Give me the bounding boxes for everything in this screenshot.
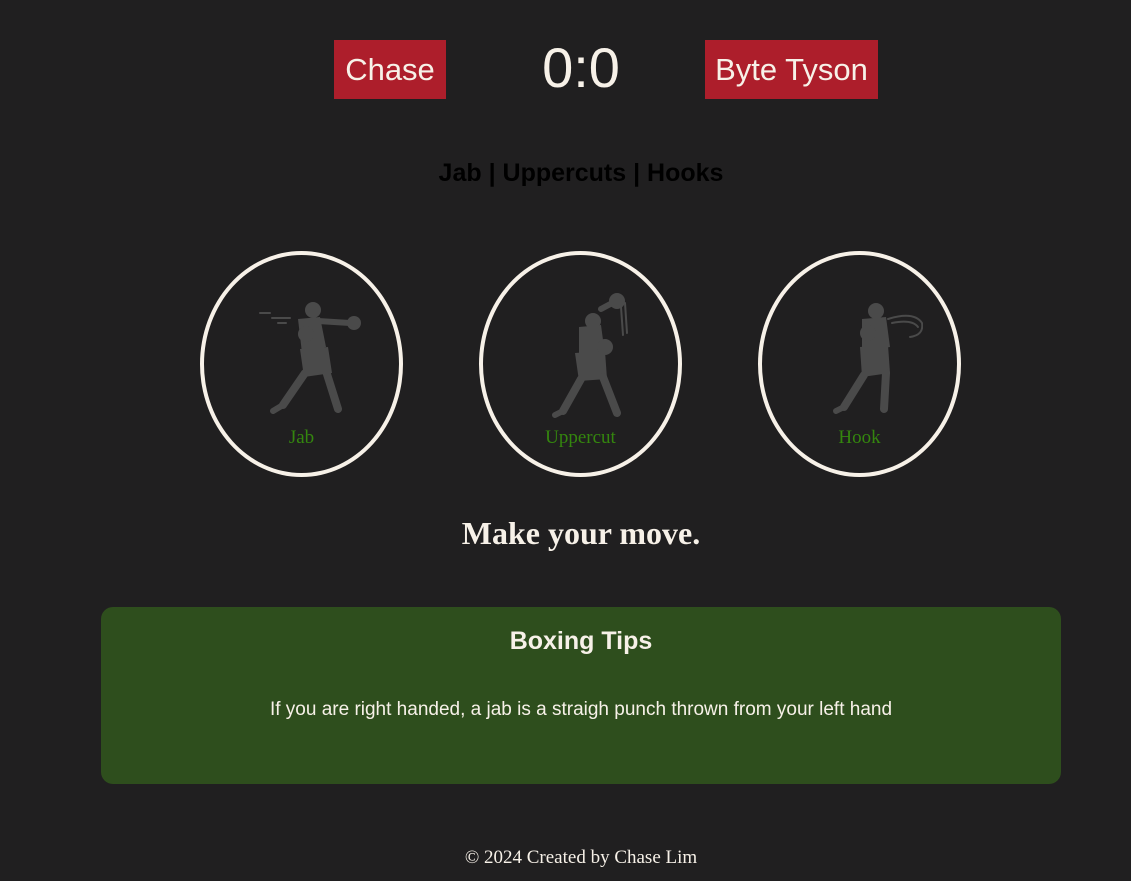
boxer-uppercut-icon xyxy=(552,293,628,418)
jab-button[interactable]: Jab xyxy=(200,251,403,477)
hook-label: Hook xyxy=(838,427,881,448)
uppercut-label: Uppercut xyxy=(545,427,616,448)
jab-label: Jab xyxy=(288,427,315,448)
status-message: Make your move. xyxy=(461,515,701,551)
hook-button[interactable]: Hook xyxy=(758,251,961,477)
boxer-hook-icon xyxy=(833,303,923,414)
uppercut-button[interactable]: Uppercut xyxy=(479,251,682,477)
player-name-badge: Chase xyxy=(334,40,446,99)
computer-name-badge: Byte Tyson xyxy=(705,40,878,99)
boxer-jab-icon xyxy=(259,302,361,414)
moves-header: Jab | Uppercuts | Hooks xyxy=(438,159,724,187)
boxing-tips-card: Boxing Tips If you are right handed, a j… xyxy=(101,607,1061,784)
tips-title: Boxing Tips xyxy=(509,627,653,655)
tips-text: If you are right handed, a jab is a stra… xyxy=(269,699,893,720)
score-display: 0:0 xyxy=(542,36,620,99)
footer-credit: © 2024 Created by Chase Lim xyxy=(464,847,698,868)
